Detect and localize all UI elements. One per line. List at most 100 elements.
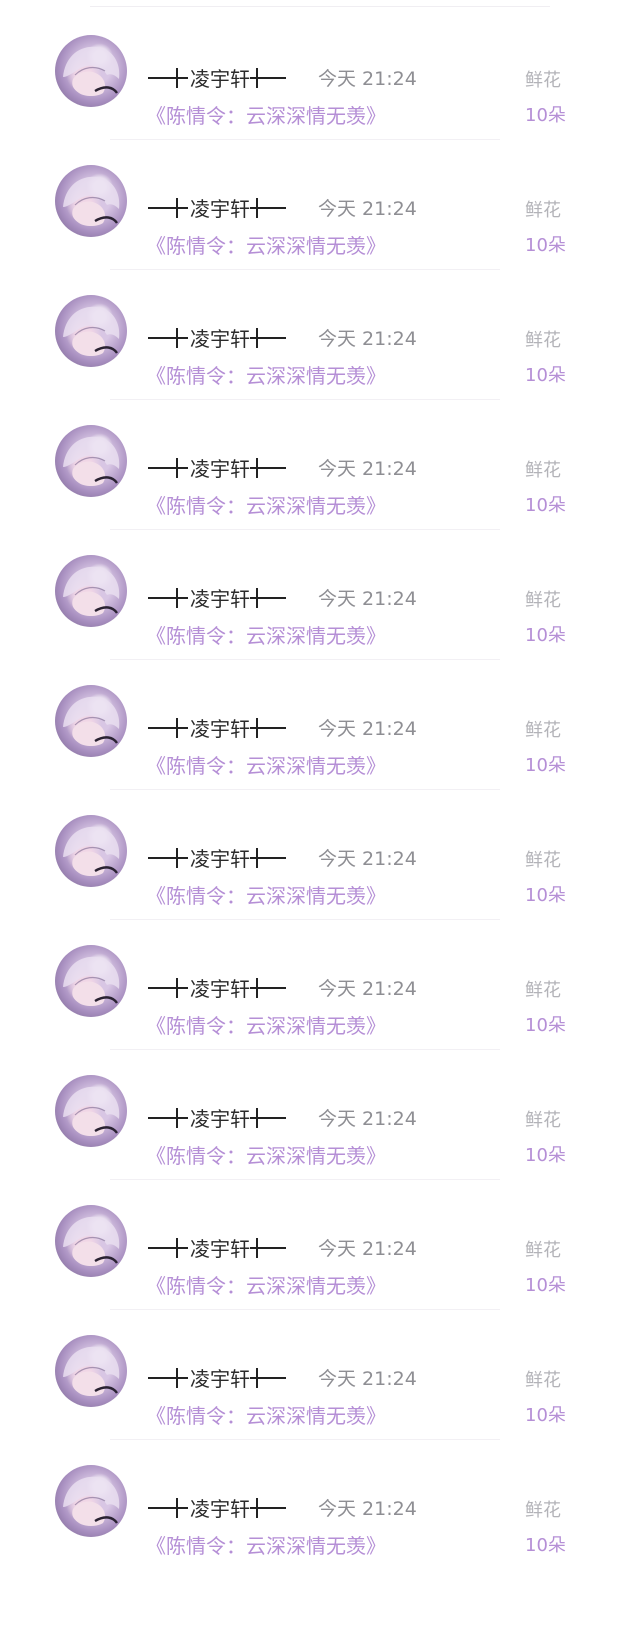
timestamp: 今天 21:24	[318, 1238, 417, 1260]
book-title-link[interactable]: 《陈情令：云深深情无羡》	[146, 360, 386, 389]
anime-avatar-icon[interactable]	[55, 425, 127, 497]
anime-avatar-icon[interactable]	[55, 1205, 127, 1277]
gift-type-label: 鲜花	[525, 1110, 561, 1131]
book-title-link[interactable]: 《陈情令：云深深情无羡》	[146, 1400, 386, 1429]
book-title-link[interactable]: 《陈情令：云深深情无羡》	[146, 1270, 386, 1299]
book-title-link[interactable]: 《陈情令：云深深情无羡》	[146, 880, 386, 909]
name-decoration-left	[146, 1105, 190, 1129]
top-divider	[90, 6, 550, 7]
anime-avatar-icon[interactable]	[55, 1075, 127, 1147]
name-decoration-right	[250, 585, 288, 609]
username-line[interactable]: 凌宇轩	[146, 842, 288, 872]
username[interactable]: 凌宇轩	[190, 713, 250, 742]
username-line[interactable]: 凌宇轩	[146, 322, 288, 352]
timestamp: 今天 21:24	[318, 68, 417, 90]
book-title-link[interactable]: 《陈情令：云深深情无羡》	[146, 1530, 386, 1559]
username-line[interactable]: 凌宇轩	[146, 712, 288, 742]
gift-type-label: 鲜花	[525, 200, 561, 221]
timestamp: 今天 21:24	[318, 978, 417, 1000]
username-line[interactable]: 凌宇轩	[146, 1492, 288, 1522]
timestamp: 今天 21:24	[318, 1498, 417, 1520]
book-title-link[interactable]: 《陈情令：云深深情无羡》	[146, 100, 386, 129]
name-decoration-right	[250, 1105, 288, 1129]
name-decoration-right	[250, 1235, 288, 1259]
list-item[interactable]: 凌宇轩 今天 21:24 《陈情令：云深深情无羡》 鲜花 10朵	[0, 1440, 640, 1570]
username[interactable]: 凌宇轩	[190, 843, 250, 872]
name-decoration-left	[146, 325, 190, 349]
username-line[interactable]: 凌宇轩	[146, 1362, 288, 1392]
anime-avatar-icon[interactable]	[55, 35, 127, 107]
list-item[interactable]: 凌宇轩 今天 21:24 《陈情令：云深深情无羡》 鲜花 10朵	[0, 530, 640, 660]
username-line[interactable]: 凌宇轩	[146, 62, 288, 92]
timestamp: 今天 21:24	[318, 458, 417, 480]
timestamp: 今天 21:24	[318, 718, 417, 740]
list-item[interactable]: 凌宇轩 今天 21:24 《陈情令：云深深情无羡》 鲜花 10朵	[0, 270, 640, 400]
name-decoration-right	[250, 1495, 288, 1519]
list-item[interactable]: 凌宇轩 今天 21:24 《陈情令：云深深情无羡》 鲜花 10朵	[0, 10, 640, 140]
gift-type-label: 鲜花	[525, 330, 561, 351]
username-line[interactable]: 凌宇轩	[146, 582, 288, 612]
anime-avatar-icon[interactable]	[55, 1335, 127, 1407]
username[interactable]: 凌宇轩	[190, 583, 250, 612]
username[interactable]: 凌宇轩	[190, 323, 250, 352]
timestamp: 今天 21:24	[318, 848, 417, 870]
username-line[interactable]: 凌宇轩	[146, 452, 288, 482]
username[interactable]: 凌宇轩	[190, 973, 250, 1002]
timestamp: 今天 21:24	[318, 328, 417, 350]
book-title-link[interactable]: 《陈情令：云深深情无羡》	[146, 230, 386, 259]
name-decoration-right	[250, 325, 288, 349]
anime-avatar-icon[interactable]	[55, 295, 127, 367]
book-title-link[interactable]: 《陈情令：云深深情无羡》	[146, 1010, 386, 1039]
gift-count: 10朵	[525, 105, 566, 126]
gift-count: 10朵	[525, 235, 566, 256]
name-decoration-left	[146, 1365, 190, 1389]
username[interactable]: 凌宇轩	[190, 1363, 250, 1392]
username[interactable]: 凌宇轩	[190, 453, 250, 482]
anime-avatar-icon[interactable]	[55, 555, 127, 627]
timestamp: 今天 21:24	[318, 198, 417, 220]
anime-avatar-icon[interactable]	[55, 815, 127, 887]
timestamp: 今天 21:24	[318, 1108, 417, 1130]
list-item[interactable]: 凌宇轩 今天 21:24 《陈情令：云深深情无羡》 鲜花 10朵	[0, 140, 640, 270]
list-item[interactable]: 凌宇轩 今天 21:24 《陈情令：云深深情无羡》 鲜花 10朵	[0, 790, 640, 920]
username[interactable]: 凌宇轩	[190, 1233, 250, 1262]
username[interactable]: 凌宇轩	[190, 193, 250, 222]
gift-count: 10朵	[525, 365, 566, 386]
name-decoration-left	[146, 585, 190, 609]
username-line[interactable]: 凌宇轩	[146, 192, 288, 222]
book-title-link[interactable]: 《陈情令：云深深情无羡》	[146, 750, 386, 779]
gift-type-label: 鲜花	[525, 460, 561, 481]
gift-count: 10朵	[525, 625, 566, 646]
name-decoration-left	[146, 455, 190, 479]
username[interactable]: 凌宇轩	[190, 1493, 250, 1522]
name-decoration-left	[146, 195, 190, 219]
book-title-link[interactable]: 《陈情令：云深深情无羡》	[146, 490, 386, 519]
anime-avatar-icon[interactable]	[55, 165, 127, 237]
gift-type-label: 鲜花	[525, 590, 561, 611]
gift-type-label: 鲜花	[525, 720, 561, 741]
gift-type-label: 鲜花	[525, 1370, 561, 1391]
username[interactable]: 凌宇轩	[190, 63, 250, 92]
anime-avatar-icon[interactable]	[55, 945, 127, 1017]
username[interactable]: 凌宇轩	[190, 1103, 250, 1132]
book-title-link[interactable]: 《陈情令：云深深情无羡》	[146, 1140, 386, 1169]
name-decoration-right	[250, 65, 288, 89]
list-item[interactable]: 凌宇轩 今天 21:24 《陈情令：云深深情无羡》 鲜花 10朵	[0, 660, 640, 790]
book-title-link[interactable]: 《陈情令：云深深情无羡》	[146, 620, 386, 649]
username-line[interactable]: 凌宇轩	[146, 972, 288, 1002]
username-line[interactable]: 凌宇轩	[146, 1232, 288, 1262]
list-item[interactable]: 凌宇轩 今天 21:24 《陈情令：云深深情无羡》 鲜花 10朵	[0, 1310, 640, 1440]
name-decoration-left	[146, 1235, 190, 1259]
username-line[interactable]: 凌宇轩	[146, 1102, 288, 1132]
list-item[interactable]: 凌宇轩 今天 21:24 《陈情令：云深深情无羡》 鲜花 10朵	[0, 400, 640, 530]
anime-avatar-icon[interactable]	[55, 685, 127, 757]
name-decoration-right	[250, 455, 288, 479]
anime-avatar-icon[interactable]	[55, 1465, 127, 1537]
gift-count: 10朵	[525, 1275, 566, 1296]
list-item[interactable]: 凌宇轩 今天 21:24 《陈情令：云深深情无羡》 鲜花 10朵	[0, 1050, 640, 1180]
name-decoration-left	[146, 845, 190, 869]
timestamp: 今天 21:24	[318, 1368, 417, 1390]
gift-type-label: 鲜花	[525, 980, 561, 1001]
list-item[interactable]: 凌宇轩 今天 21:24 《陈情令：云深深情无羡》 鲜花 10朵	[0, 1180, 640, 1310]
list-item[interactable]: 凌宇轩 今天 21:24 《陈情令：云深深情无羡》 鲜花 10朵	[0, 920, 640, 1050]
